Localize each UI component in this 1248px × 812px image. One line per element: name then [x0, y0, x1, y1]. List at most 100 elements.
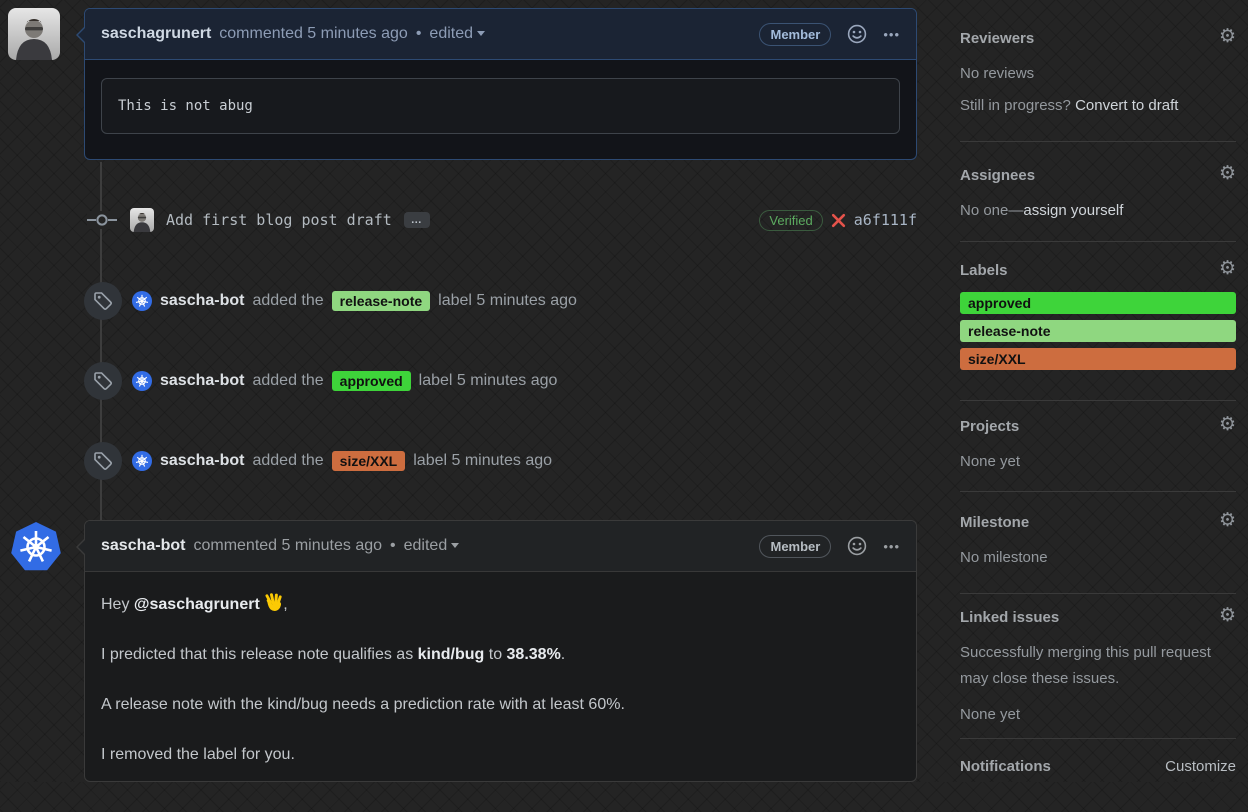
member-badge: Member [759, 22, 832, 46]
sidebar-section-linked-issues: ⚙ Linked issues Successfully merging thi… [960, 606, 1236, 728]
member-badge: Member [759, 534, 832, 558]
comment-author[interactable]: sascha-bot [101, 537, 185, 555]
greeting-paragraph: Hey @saschagrunert , [101, 592, 900, 618]
bot-avatar[interactable] [132, 371, 152, 391]
sidebar-divider [960, 738, 1236, 739]
gear-icon[interactable]: ⚙ [1219, 415, 1236, 434]
label-size-xxl[interactable]: size/XXL [960, 348, 1236, 370]
milestone-heading: Milestone [960, 514, 1030, 531]
chevron-down-icon [451, 543, 460, 549]
pull-request-page: { "comment1": { "author": "saschagrunert… [0, 0, 1248, 782]
comment-arrow [76, 26, 85, 44]
comment-body: This is not abug [85, 60, 916, 152]
label-chip[interactable]: release-note [331, 291, 431, 311]
gear-icon[interactable]: ⚙ [1219, 606, 1236, 625]
projects-heading: Projects [960, 418, 1020, 435]
label-event-row: sascha-bot added the size/XXL label 5 mi… [84, 441, 917, 481]
sidebar-section-reviewers: ⚙ Reviewers No reviews Still in progress… [960, 27, 1236, 119]
sidebar-section-notifications: Notifications Customize [960, 758, 1236, 775]
gear-icon[interactable]: ⚙ [1219, 27, 1236, 46]
projects-empty-text: None yet [960, 453, 1021, 470]
label-approved[interactable]: approved [960, 292, 1236, 314]
chevron-down-icon [477, 31, 486, 37]
reviewers-heading: Reviewers [960, 30, 1035, 47]
comment-timestamp: commented 5 minutes ago [193, 537, 383, 554]
gear-icon[interactable]: ⚙ [1219, 259, 1236, 278]
requirement-paragraph: A release note with the kind/bug needs a… [101, 696, 625, 713]
wave-emoji-icon [265, 593, 282, 611]
commit-message[interactable]: Add first blog post draft [166, 211, 392, 229]
sidebar-divider [960, 241, 1236, 242]
sidebar-divider [960, 491, 1236, 492]
assign-yourself-link[interactable]: assign yourself [1023, 202, 1123, 219]
comment-arrow [76, 538, 85, 556]
convert-to-draft-link[interactable]: Convert to draft [1075, 97, 1178, 114]
comment-header: sascha-bot commented 5 minutes ago • edi… [85, 521, 916, 572]
sidebar-section-labels: ⚙ Labels approved release-note size/XXL [960, 259, 1236, 376]
sidebar-section-assignees: ⚙ Assignees No one—assign yourself [960, 164, 1236, 224]
sidebar-divider [960, 141, 1236, 142]
person-photo-icon [8, 8, 60, 60]
person-photo-icon [130, 208, 154, 232]
reviewers-empty-text: No reviews [960, 65, 1035, 82]
label-chip[interactable]: approved [331, 371, 411, 391]
emoji-reaction-icon[interactable] [847, 536, 867, 556]
tag-icon [84, 282, 122, 320]
sidebar-section-milestone: ⚙ Milestone No milestone [960, 511, 1236, 571]
prediction-rate-text: 38.38% [506, 646, 561, 663]
verified-badge[interactable]: Verified [759, 209, 823, 231]
code-block: This is not abug [101, 78, 900, 134]
sidebar-section-projects: ⚙ Projects None yet [960, 415, 1236, 475]
bot-avatar-large[interactable] [10, 521, 62, 573]
kebab-menu-icon[interactable]: ••• [883, 539, 900, 554]
emoji-reaction-icon[interactable] [847, 24, 867, 44]
event-actor[interactable]: sascha-bot [160, 292, 244, 310]
commit-author-avatar[interactable] [130, 208, 154, 232]
event-action: added the [252, 372, 324, 389]
meta-bullet: • [415, 25, 422, 42]
event-action: added the [252, 452, 324, 469]
comment-author[interactable]: saschagrunert [101, 25, 211, 43]
kubernetes-logo-icon [11, 522, 61, 571]
prediction-paragraph: I predicted that this release note quali… [101, 646, 566, 663]
bot-avatar[interactable] [132, 291, 152, 311]
commit-sha-link[interactable]: a6f111f [854, 211, 917, 229]
milestone-empty-text: No milestone [960, 549, 1048, 566]
customize-link[interactable]: Customize [1165, 758, 1236, 775]
event-actor[interactable]: sascha-bot [160, 452, 244, 470]
bot-avatar[interactable] [132, 451, 152, 471]
avatar[interactable] [8, 8, 60, 60]
commit-expander-button[interactable]: … [403, 211, 430, 229]
meta-bullet: • [390, 537, 396, 554]
linked-issues-description: Successfully merging this pull request m… [960, 644, 1211, 687]
tag-icon [84, 442, 122, 480]
removed-paragraph: I removed the label for you. [101, 746, 295, 763]
gear-icon[interactable]: ⚙ [1219, 164, 1236, 183]
label-chip[interactable]: size/XXL [331, 451, 406, 471]
comment-body: Hey @saschagrunert , I predicted that th… [85, 572, 916, 812]
event-suffix: label 5 minutes ago [413, 452, 553, 469]
linked-issues-heading: Linked issues [960, 609, 1060, 626]
assignees-heading: Assignees [960, 167, 1036, 184]
kind-bug-text: kind/bug [417, 646, 485, 663]
labels-heading: Labels [960, 262, 1008, 279]
labels-list: approved release-note size/XXL [960, 292, 1236, 370]
edited-dropdown[interactable]: edited [404, 537, 460, 555]
event-suffix: label 5 minutes ago [418, 372, 558, 389]
gear-icon[interactable]: ⚙ [1219, 511, 1236, 530]
notifications-heading: Notifications [960, 758, 1051, 775]
sidebar-divider [960, 400, 1236, 401]
kebab-menu-icon[interactable]: ••• [883, 27, 900, 42]
x-failed-check-icon[interactable] [831, 213, 846, 228]
comment-sascha-bot: sascha-bot commented 5 minutes ago • edi… [76, 520, 917, 782]
event-action: added the [252, 292, 324, 309]
edited-dropdown[interactable]: edited [429, 25, 486, 43]
event-actor[interactable]: sascha-bot [160, 372, 244, 390]
label-release-note[interactable]: release-note [960, 320, 1236, 342]
linked-issues-empty-text: None yet [960, 706, 1021, 723]
tag-icon [84, 362, 122, 400]
event-suffix: label 5 minutes ago [438, 292, 577, 309]
commit-icon [87, 211, 117, 229]
sidebar-divider [960, 593, 1236, 594]
user-mention-link[interactable]: @saschagrunert [134, 596, 260, 613]
